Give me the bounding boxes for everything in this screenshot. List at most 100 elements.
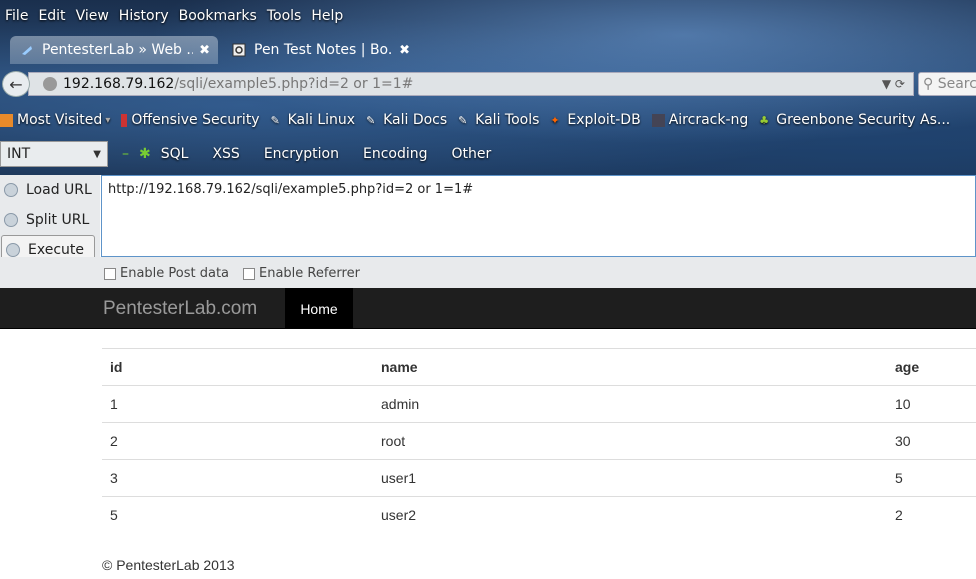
bookmarks-toolbar: Most Visited ▾ Offensive Security ✎ Kali …	[0, 109, 961, 131]
checkbox-label: Enable Post data	[120, 266, 230, 281]
favicon-icon	[232, 43, 246, 57]
enable-post-checkbox[interactable]: Enable Post data	[104, 266, 229, 281]
tab-title: PentesterLab » Web ...	[42, 42, 194, 58]
close-tab-icon[interactable]: ✖	[199, 43, 210, 58]
cell-age: 30	[887, 422, 976, 460]
bookmark-kali-tools[interactable]: ✎ Kali Tools	[458, 112, 539, 128]
cell-age: 10	[887, 385, 976, 423]
cell-id: 2	[102, 422, 373, 460]
split-url-button[interactable]: Split URL	[0, 205, 100, 235]
url-path: /sqli/example5.php?id=2 or 1=1#	[174, 76, 414, 92]
menu-view[interactable]: View	[71, 8, 114, 32]
bookmark-offensive-security[interactable]: Offensive Security	[121, 112, 260, 128]
bookmark-most-visited[interactable]: Most Visited ▾	[0, 112, 110, 128]
button-label: Load URL	[26, 182, 92, 198]
checkbox-box[interactable]	[243, 267, 255, 280]
site-brand[interactable]: PentesterLab.com	[103, 298, 257, 320]
address-bar[interactable]: 192.168.79.162/sqli/example5.php?id=2 or…	[28, 72, 914, 96]
checkbox-box[interactable]	[104, 267, 116, 280]
menu-tools[interactable]: Tools	[262, 8, 307, 32]
column-header-name: name	[373, 348, 887, 386]
table-row: 5 user2 2	[102, 496, 976, 534]
plus-icon[interactable]: ✱	[139, 146, 151, 162]
bookmark-label: Most Visited	[17, 112, 103, 128]
bookmark-label: Kali Docs	[383, 112, 448, 128]
cell-age: 2	[887, 496, 976, 534]
users-table: id name age 1 admin 10 2 root 30 3 user1 5 5 us…	[102, 348, 976, 534]
bookmark-exploit-db[interactable]: ✦ Exploit-DB	[550, 112, 640, 128]
hackbar-menu-sql[interactable]: SQL	[161, 146, 189, 162]
column-header-id: id	[102, 348, 373, 386]
search-box[interactable]: ⚲ Searc	[918, 72, 976, 96]
tab-pen-test-notes[interactable]: Pen Test Notes | Bo... ✖	[222, 36, 418, 64]
hackbar-menu-encryption[interactable]: Encryption	[264, 146, 339, 162]
kali-dragon-icon: ✎	[270, 113, 280, 127]
bookmark-aircrack-ng[interactable]: Aircrack-ng	[651, 112, 749, 128]
hackbar-url-textarea[interactable]: http://192.168.79.162/sqli/example5.php?…	[101, 175, 976, 257]
cell-id: 3	[102, 459, 373, 497]
back-button[interactable]: ←	[2, 71, 30, 97]
close-tab-icon[interactable]: ✖	[399, 43, 410, 58]
play-icon	[6, 243, 20, 257]
bookmark-greenbone[interactable]: ♣ Greenbone Security As...	[759, 112, 950, 128]
nav-home-link[interactable]: Home	[285, 288, 353, 329]
chevron-down-icon: ▼	[93, 148, 101, 160]
table-row: 3 user1 5	[102, 459, 976, 497]
load-url-button[interactable]: Load URL	[0, 175, 100, 205]
site-navbar: PentesterLab.com Home	[0, 288, 976, 329]
reload-icon[interactable]: ▼ ⟳	[882, 77, 905, 91]
cell-name: user2	[373, 496, 887, 534]
bookmark-label: Greenbone Security As...	[776, 112, 951, 128]
scissors-icon	[4, 213, 18, 227]
globe-icon	[43, 77, 57, 91]
exploit-db-icon: ✦	[550, 113, 560, 127]
select-value: INT	[7, 146, 31, 162]
aircrack-icon	[651, 113, 665, 127]
menu-help[interactable]: Help	[306, 8, 348, 32]
tab-strip: PentesterLab » Web ... ✖ Pen Test Notes …	[10, 36, 422, 64]
kali-dragon-icon: ✎	[458, 113, 468, 127]
menu-file[interactable]: File	[0, 8, 33, 32]
menu-bookmarks[interactable]: Bookmarks	[174, 8, 262, 32]
cell-name: root	[373, 422, 887, 460]
bookmark-label: Exploit-DB	[567, 112, 641, 128]
menu-bar: File Edit View History Bookmarks Tools H…	[0, 8, 348, 32]
url-host: 192.168.79.162	[63, 76, 175, 92]
bookmark-kali-docs[interactable]: ✎ Kali Docs	[366, 112, 447, 128]
button-label: Execute	[28, 242, 84, 258]
folder-icon	[0, 113, 13, 127]
type-select[interactable]: INT ▼	[0, 141, 108, 167]
table-row: 1 admin 10	[102, 385, 976, 423]
hackbar-toolbar: INT ▼ – ✱ SQL XSS Encryption Encoding Oth…	[0, 140, 515, 168]
hackbar-menu-encoding[interactable]: Encoding	[363, 146, 428, 162]
cell-id: 5	[102, 496, 373, 534]
kali-dragon-icon: ✎	[366, 113, 376, 127]
hackbar-side-panel: Load URL Split URL Execute	[0, 175, 100, 265]
bookmark-kali-linux[interactable]: ✎ Kali Linux	[271, 112, 355, 128]
bookmark-label: Aircrack-ng	[668, 112, 749, 128]
tab-pentesterlab[interactable]: PentesterLab » Web ... ✖	[10, 36, 218, 64]
menu-history[interactable]: History	[114, 8, 174, 32]
search-icon: ⚲	[923, 76, 934, 92]
table-header-row: id name age	[102, 348, 976, 386]
site-footer: © PentesterLab 2013	[102, 557, 235, 573]
back-arrow-icon: ←	[9, 74, 23, 94]
bookmark-label: Kali Linux	[287, 112, 356, 128]
minus-icon[interactable]: –	[122, 146, 129, 162]
menu-edit[interactable]: Edit	[33, 8, 70, 32]
bookmark-label: Kali Tools	[475, 112, 540, 128]
hackbar-menu-other[interactable]: Other	[452, 146, 492, 162]
cell-name: admin	[373, 385, 887, 423]
button-label: Split URL	[26, 212, 90, 228]
cell-name: user1	[373, 459, 887, 497]
hackbar-menu-xss[interactable]: XSS	[212, 146, 239, 162]
search-placeholder: Searc	[937, 76, 976, 92]
cell-id: 1	[102, 385, 373, 423]
bookmark-label: Offensive Security	[131, 112, 260, 128]
enable-referrer-checkbox[interactable]: Enable Referrer	[243, 266, 360, 281]
load-icon	[4, 183, 18, 197]
cell-age: 5	[887, 459, 976, 497]
offsec-icon	[121, 113, 128, 127]
table-row: 2 root 30	[102, 422, 976, 460]
tab-title: Pen Test Notes | Bo...	[254, 42, 394, 58]
